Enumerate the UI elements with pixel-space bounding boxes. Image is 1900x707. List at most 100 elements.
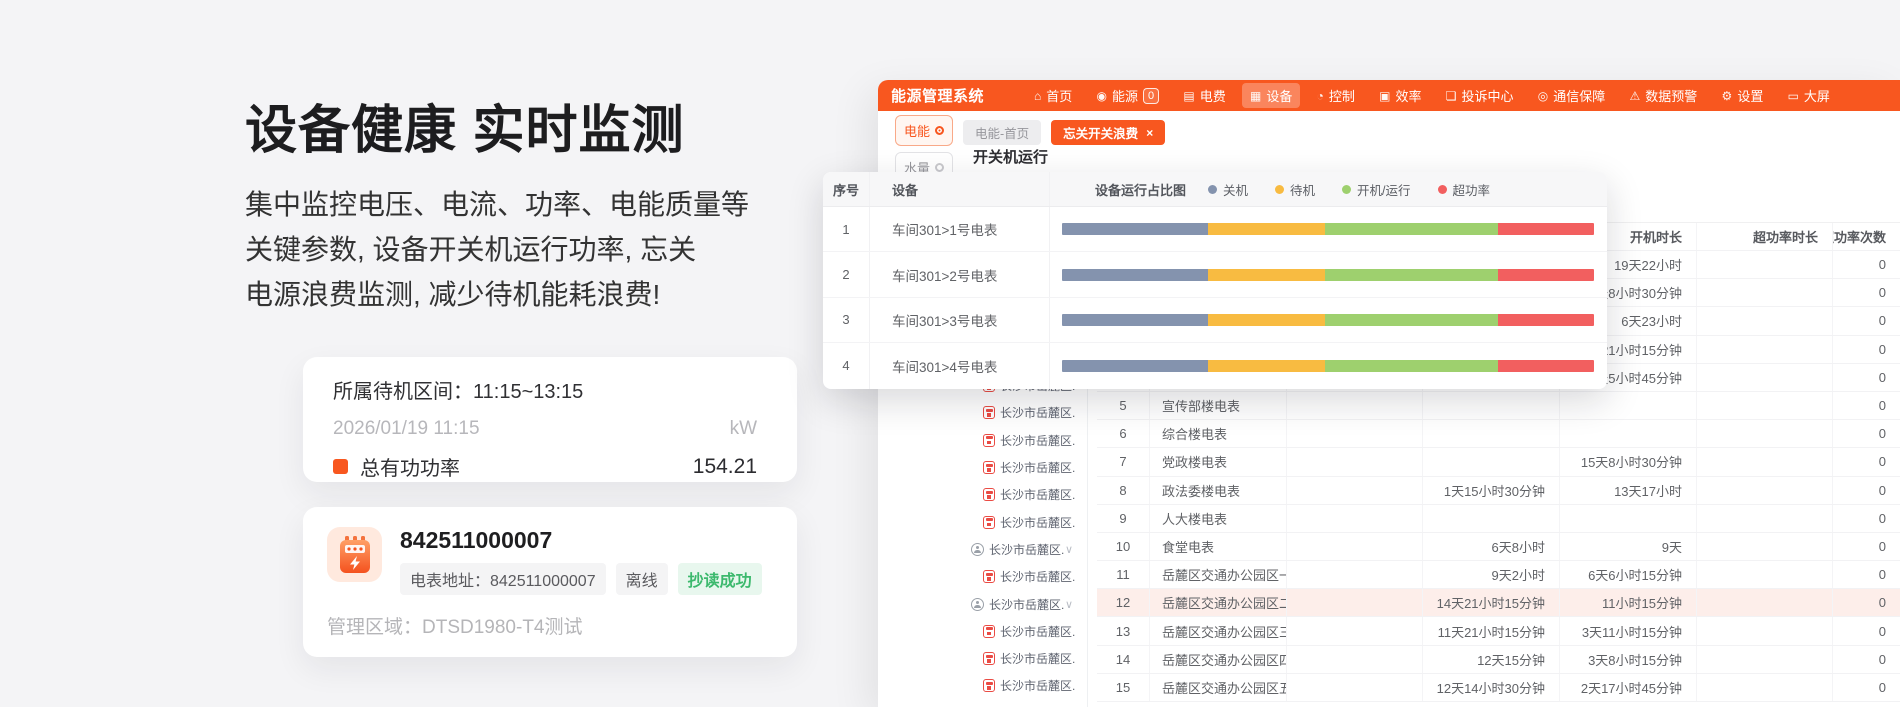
device-card[interactable]: 842511000007 电表地址：842511000007 离线 抄读成功 管… xyxy=(303,507,797,657)
table-row[interactable]: 8 政法委楼电表 1天15小时30分钟 13天17小时 0 xyxy=(1097,477,1900,505)
table-row[interactable]: 9 人大楼电表 0 xyxy=(1097,505,1900,533)
cell-over-duration xyxy=(1697,589,1833,616)
bar-segment xyxy=(1498,360,1594,372)
complaint-center-icon: ❏ xyxy=(1446,89,1457,103)
nav-item[interactable]: ◎ 通信保障 xyxy=(1530,83,1614,108)
cell-no: 10 xyxy=(1097,533,1150,560)
legend-item[interactable]: 待机 xyxy=(1275,180,1315,199)
legend-dot-icon xyxy=(1275,185,1284,194)
nav-item[interactable]: ▣ 效率 xyxy=(1371,83,1429,108)
nav-item[interactable]: ⚠ 数据预警 xyxy=(1622,83,1706,108)
cell-over-count: 0 xyxy=(1833,674,1900,701)
cell-no: 15 xyxy=(1097,674,1150,701)
energy-type-electric-button[interactable]: 电能 xyxy=(895,115,953,146)
nav-item[interactable]: ▤ 电费 xyxy=(1175,83,1233,108)
arrow-right-icon[interactable]: → xyxy=(1062,571,1073,583)
legend-item[interactable]: 关机 xyxy=(1208,180,1248,199)
tree-item[interactable]: 长沙市岳麓区... → ∨ xyxy=(957,454,1087,481)
meter-id: 842511000007 xyxy=(400,527,773,554)
nav-item[interactable]: ⌂ 首页 xyxy=(1026,83,1080,108)
page-title: 设备健康 实时监测 xyxy=(245,88,684,163)
tree-item[interactable]: 长沙市岳麓区... → ∨ xyxy=(957,399,1087,426)
page-description: 集中监控电压、电流、功率、电能质量等 关键参数, 设备开关机运行功率, 忘关 电… xyxy=(245,182,749,317)
cell-a xyxy=(1287,448,1423,475)
col-header-over-count: 超功率次数 xyxy=(1833,223,1900,250)
legend-item[interactable]: 开机/运行 xyxy=(1342,180,1410,199)
tree-item[interactable]: 长沙市岳麓区... → ∨ xyxy=(957,590,1087,617)
arrow-right-icon[interactable]: → xyxy=(1062,625,1073,637)
arrow-right-icon[interactable]: → xyxy=(1062,516,1073,528)
cell-no: 6 xyxy=(1097,420,1150,447)
tree-item[interactable]: 长沙市岳麓区... → ∨ xyxy=(957,618,1087,645)
nav-label: 数据预警 xyxy=(1645,86,1697,105)
app-header: 能源管理系统 ⌂ 首页 ◉ 能源 0 xyxy=(878,80,1900,111)
meter-icon xyxy=(983,625,995,638)
legend-label: 超功率 xyxy=(1453,180,1491,199)
tab[interactable]: 忘关开关浪费 × xyxy=(1051,120,1165,145)
arrow-right-icon[interactable]: → xyxy=(1062,680,1073,692)
cell-over-duration xyxy=(1697,251,1833,278)
cell-over-count: 0 xyxy=(1833,505,1900,532)
cell-power-on: 3天11小时15分钟 xyxy=(1560,617,1697,644)
table-row[interactable]: 14 岳麓区交通办公园区四... 12天15分钟 3天8小时15分钟 0 xyxy=(1097,646,1900,674)
popup-row[interactable]: 1 车间301>1号电表 xyxy=(823,207,1607,252)
cell-standby xyxy=(1423,420,1560,447)
tree-item[interactable]: 长沙市岳麓区... → ∨ xyxy=(957,645,1087,672)
chevron-down-icon[interactable]: ∨ xyxy=(1065,543,1073,556)
tree-item[interactable]: 长沙市岳麓区... → ∨ xyxy=(957,700,1087,707)
nav-label: 首页 xyxy=(1046,86,1072,105)
read-success-badge: 抄读成功 xyxy=(678,563,762,595)
arrow-right-icon[interactable]: → xyxy=(1062,462,1073,474)
group-icon xyxy=(971,598,984,611)
table-row[interactable]: 6 综合楼电表 0 xyxy=(1097,420,1900,448)
tree-item[interactable]: 长沙市岳麓区... → ∨ xyxy=(957,536,1087,563)
arrow-right-icon[interactable]: → xyxy=(1062,489,1073,501)
data-alert-icon: ⚠ xyxy=(1630,89,1641,103)
nav-item[interactable]: ⚙ 设置 xyxy=(1714,83,1772,108)
table-row[interactable]: 11 岳麓区交通办公园区一... 9天2小时 6天6小时15分钟 0 xyxy=(1097,561,1900,589)
cell-over-duration xyxy=(1697,674,1833,701)
nav-item[interactable]: ❏ 投诉中心 xyxy=(1438,83,1522,108)
tree-item[interactable]: 长沙市岳麓区... → ∨ xyxy=(957,427,1087,454)
table-row[interactable]: 5 宣传部楼电表 0 xyxy=(1097,392,1900,420)
cell-device: 岳麓区交通办公园区三... xyxy=(1150,617,1287,644)
table-row[interactable]: 15 岳麓区交通办公园区五... 12天14小时30分钟 2天17小时45分钟 … xyxy=(1097,674,1900,702)
nav-item[interactable]: ◔ 控制 xyxy=(1309,83,1363,108)
popup-cell-no: 4 xyxy=(823,343,870,388)
tree-item[interactable]: 长沙市岳麓区... → ∨ xyxy=(957,508,1087,535)
chevron-down-icon[interactable]: ∨ xyxy=(1065,598,1073,611)
tab-bar: 电能-首页 忘关开关浪费 × xyxy=(963,120,1165,145)
nav-label: 能源 xyxy=(1112,86,1138,105)
popup-row[interactable]: 4 车间301>4号电表 xyxy=(823,343,1607,388)
page: 设备健康 实时监测 集中监控电压、电流、功率、电能质量等 关键参数, 设备开关机… xyxy=(0,0,1900,707)
nav-item[interactable]: ▦ 设备 xyxy=(1242,83,1300,108)
cell-power-on: 15天8小时30分钟 xyxy=(1560,448,1697,475)
table-row[interactable]: 10 食堂电表 6天8小时 9天 0 xyxy=(1097,533,1900,561)
popup-row[interactable]: 3 车间301>3号电表 xyxy=(823,298,1607,343)
cell-device: 岳麓区交通办公园区一... xyxy=(1150,561,1287,588)
nav-item[interactable]: ▭ 大屏 xyxy=(1780,83,1838,108)
meter-icon xyxy=(983,488,995,501)
tree-item[interactable]: 长沙市岳麓区... → ∨ xyxy=(957,672,1087,699)
cell-no: 11 xyxy=(1097,561,1150,588)
arrow-right-icon[interactable]: → xyxy=(1062,407,1073,419)
tab[interactable]: 电能-首页 xyxy=(963,120,1041,145)
cell-a xyxy=(1287,617,1423,644)
arrow-right-icon[interactable]: → xyxy=(1062,434,1073,446)
nav-item[interactable]: ◉ 能源 0 xyxy=(1089,83,1168,108)
popup-row[interactable]: 2 车间301>2号电表 xyxy=(823,252,1607,297)
table-row[interactable]: 13 岳麓区交通办公园区三... 11天21小时15分钟 3天11小时15分钟 … xyxy=(1097,617,1900,645)
table-row[interactable]: 7 党政楼电表 15天8小时30分钟 0 xyxy=(1097,448,1900,476)
arrow-right-icon[interactable]: → xyxy=(1062,653,1073,665)
radio-selected-icon xyxy=(935,126,944,135)
cell-over-count: 0 xyxy=(1833,646,1900,673)
close-icon[interactable]: × xyxy=(1146,126,1153,140)
tree-item[interactable]: 长沙市岳麓区... → ∨ xyxy=(957,563,1087,590)
radio-icon xyxy=(935,163,944,172)
tooltip-timestamp: 2026/01/19 11:15 xyxy=(333,418,480,440)
cell-standby xyxy=(1423,392,1560,419)
cell-over-duration xyxy=(1697,617,1833,644)
tree-item[interactable]: 长沙市岳麓区... → ∨ xyxy=(957,481,1087,508)
table-row[interactable]: 12 岳麓区交通办公园区二... 14天21小时15分钟 11小时15分钟 0 xyxy=(1097,589,1900,617)
legend-item[interactable]: 超功率 xyxy=(1438,180,1491,199)
